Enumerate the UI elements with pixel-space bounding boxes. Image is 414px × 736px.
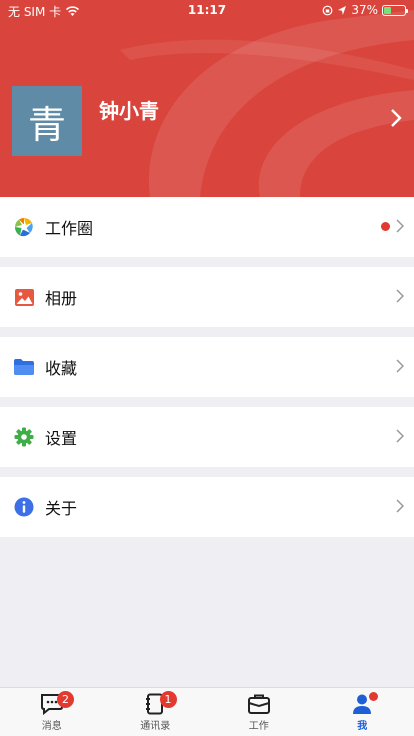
tab-work[interactable]: 工作 xyxy=(207,688,311,736)
chevron-right-icon xyxy=(396,499,404,513)
tab-bar: 2 消息 1 通讯录 工作 我 xyxy=(0,687,414,736)
menu-label: 工作圈 xyxy=(45,219,94,238)
tab-me[interactable]: 我 xyxy=(311,688,414,736)
status-bar: 无 SIM 卡 11:17 37% xyxy=(0,0,414,22)
menu-label: 相册 xyxy=(45,289,78,308)
folder-icon xyxy=(13,356,35,378)
briefcase-icon xyxy=(247,694,270,714)
avatar[interactable]: 青 xyxy=(12,86,82,156)
tab-messages[interactable]: 2 消息 xyxy=(0,688,104,736)
tab-label: 通讯录 xyxy=(140,721,171,732)
profile-card[interactable]: 青 钟小青 xyxy=(12,86,406,156)
tab-label: 工作 xyxy=(248,721,269,732)
menu-label: 关于 xyxy=(45,499,78,518)
notification-dot xyxy=(381,222,390,231)
profile-header: 无 SIM 卡 11:17 37% 青 钟小青 xyxy=(0,0,414,197)
chevron-right-icon xyxy=(396,289,404,303)
chevron-right-icon xyxy=(396,359,404,373)
menu-item-photo-album[interactable]: 相册 xyxy=(0,267,414,327)
battery-icon xyxy=(382,4,408,16)
battery-percent: 37% xyxy=(351,3,378,17)
profile-name: 钟小青 xyxy=(99,99,159,123)
chevron-right-icon xyxy=(396,429,404,443)
chevron-right-icon xyxy=(391,109,402,127)
orientation-lock-icon xyxy=(322,5,333,15)
tab-contacts[interactable]: 1 通讯录 xyxy=(104,688,208,736)
moments-icon xyxy=(13,216,35,238)
tab-label: 我 xyxy=(357,721,368,732)
info-icon xyxy=(13,496,35,518)
menu-item-favorites[interactable]: 收藏 xyxy=(0,337,414,397)
menu-item-about[interactable]: 关于 xyxy=(0,477,414,537)
gear-icon xyxy=(13,426,35,448)
menu-label: 设置 xyxy=(45,429,78,448)
unread-badge: 1 xyxy=(159,691,177,708)
notification-dot xyxy=(368,692,378,701)
unread-badge: 2 xyxy=(57,691,74,708)
location-icon xyxy=(338,5,347,15)
photo-album-icon xyxy=(13,286,35,308)
menu-item-settings[interactable]: 设置 xyxy=(0,407,414,467)
chevron-right-icon xyxy=(396,219,404,233)
tab-label: 消息 xyxy=(41,721,62,732)
menu-item-moments[interactable]: 工作圈 xyxy=(0,197,414,257)
menu-label: 收藏 xyxy=(45,359,78,378)
